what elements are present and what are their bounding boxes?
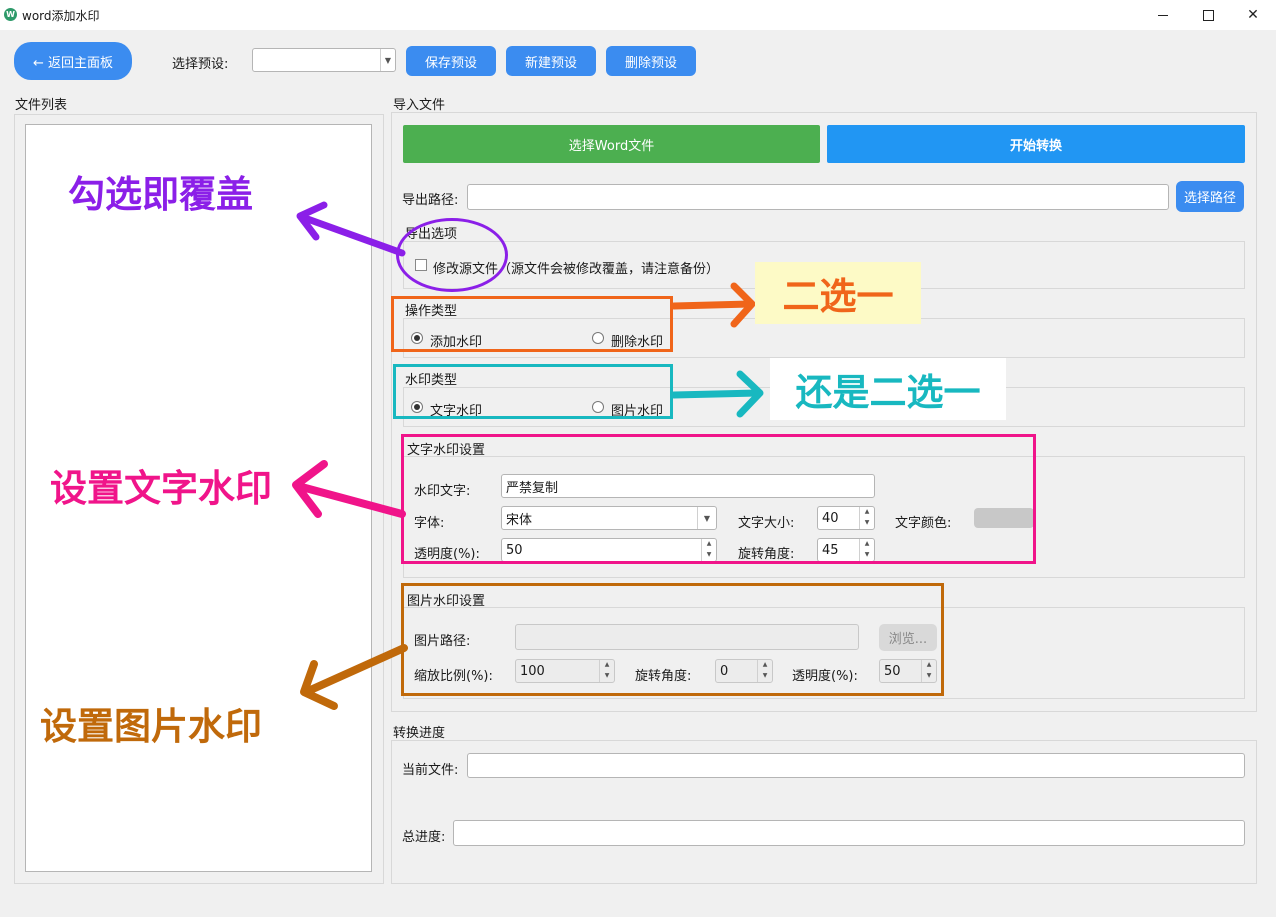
minimize-icon <box>1158 14 1168 16</box>
annotation-image-watermark: 设置图片水印 <box>40 705 262 748</box>
new-preset-button[interactable]: 新建预设 <box>506 46 596 76</box>
progress-title: 转换进度 <box>393 726 446 741</box>
minimize-button[interactable] <box>1140 0 1186 30</box>
preset-select[interactable]: ▼ <box>252 48 396 72</box>
annotation-pick-one-again: 还是二选一 <box>770 358 1006 420</box>
annotation-pick-one: 二选一 <box>755 262 921 324</box>
annotation-box-teal <box>393 364 673 419</box>
delete-preset-button[interactable]: 删除预设 <box>606 46 696 76</box>
annotation-arrow-brown <box>300 644 408 710</box>
close-button[interactable]: ✕ <box>1230 0 1276 30</box>
maximize-button[interactable] <box>1185 0 1231 30</box>
app-logo-icon: W <box>4 8 17 21</box>
maximize-icon <box>1202 9 1214 21</box>
annotation-box-pink <box>401 434 1036 564</box>
close-icon: ✕ <box>1247 7 1259 23</box>
chevron-down-icon: ▼ <box>380 49 395 71</box>
window-title: word添加水印 <box>22 9 100 23</box>
annotation-arrow-pink <box>292 460 406 518</box>
select-word-button[interactable]: 选择Word文件 <box>403 125 820 163</box>
annotation-overwrite: 勾选即覆盖 <box>68 173 253 216</box>
total-progress-label: 总进度: <box>402 830 446 845</box>
preset-label: 选择预设: <box>172 57 229 72</box>
current-file-label: 当前文件: <box>402 763 459 778</box>
export-path-input[interactable] <box>467 184 1169 210</box>
start-convert-button[interactable]: 开始转换 <box>827 125 1245 163</box>
annotation-arrow-teal <box>672 370 764 418</box>
choose-path-button[interactable]: 选择路径 <box>1176 181 1244 212</box>
back-to-main-button[interactable]: ← 返回主面板 <box>14 42 132 80</box>
total-progress-bar <box>453 820 1245 846</box>
current-file-bar <box>467 753 1245 778</box>
import-title: 导入文件 <box>393 98 446 113</box>
save-preset-button[interactable]: 保存预设 <box>406 46 496 76</box>
annotation-circle <box>396 218 508 292</box>
file-list-title: 文件列表 <box>15 98 68 113</box>
annotation-arrow-orange <box>672 282 756 328</box>
annotation-box-orange <box>391 296 673 352</box>
annotation-box-brown <box>401 583 944 696</box>
title-bar <box>0 0 1276 30</box>
annotation-text-watermark: 设置文字水印 <box>50 467 272 510</box>
export-path-label: 导出路径: <box>402 193 459 208</box>
annotation-arrow-purple <box>296 201 406 257</box>
